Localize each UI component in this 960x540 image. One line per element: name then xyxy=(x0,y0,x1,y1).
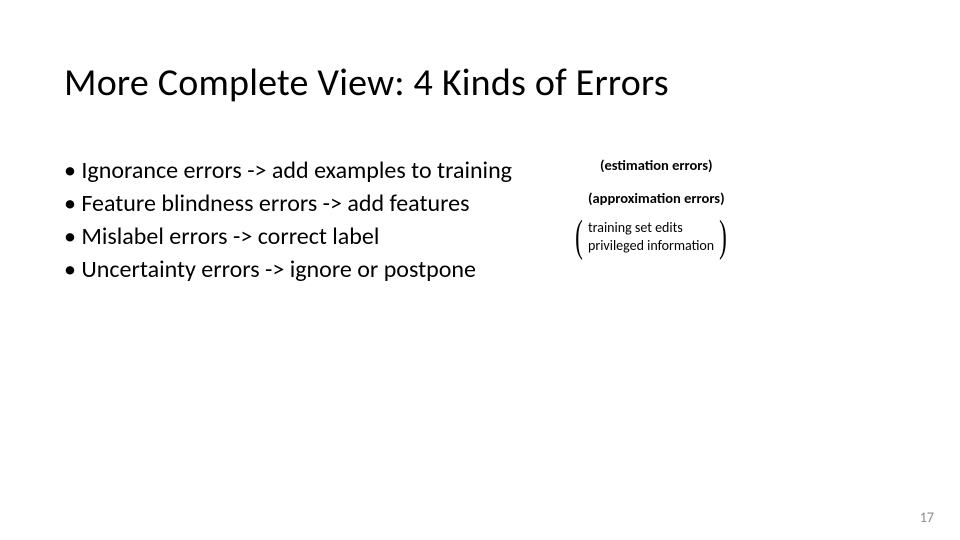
page-number: 17 xyxy=(920,509,934,526)
slide: More Complete View: 4 Kinds of Errors • … xyxy=(0,0,960,540)
bullet-list: • Ignorance errors -> add examples to tr… xyxy=(64,154,512,286)
slide-title: More Complete View: 4 Kinds of Errors xyxy=(64,60,900,106)
right-column: (estimation errors) (approximation error… xyxy=(560,154,730,286)
brace-bottom: privileged information xyxy=(588,237,714,255)
bullet-item: • Mislabel errors -> correct label xyxy=(64,220,512,253)
brace-top: training set edits xyxy=(588,219,714,237)
right-paren-icon: ) xyxy=(719,215,727,259)
brace-inner: training set edits privileged informatio… xyxy=(586,219,716,255)
bullet-item: • Feature blindness errors -> add featur… xyxy=(64,187,512,220)
bullet-item: • Uncertainty errors -> ignore or postpo… xyxy=(64,253,512,286)
left-paren-icon: ( xyxy=(575,215,583,259)
bullet-item: • Ignorance errors -> add examples to tr… xyxy=(64,154,512,187)
brace-expression: ( training set edits privileged informat… xyxy=(572,216,730,258)
content-row: • Ignorance errors -> add examples to tr… xyxy=(64,154,900,286)
note-estimation: (estimation errors) xyxy=(600,156,730,175)
note-approximation: (approximation errors) xyxy=(588,189,730,208)
